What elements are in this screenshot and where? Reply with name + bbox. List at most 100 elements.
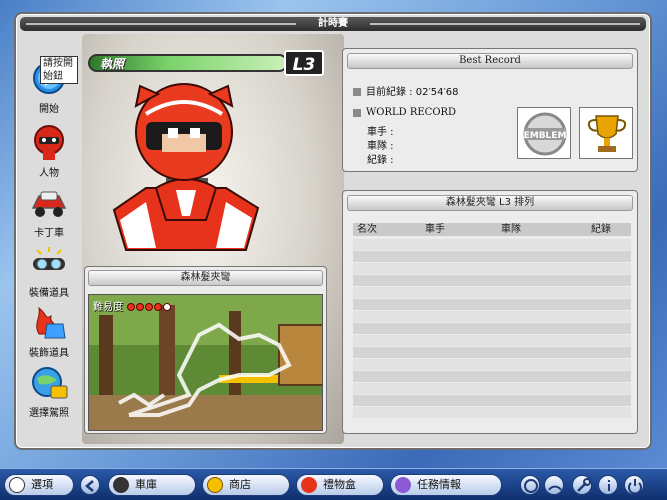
col-record: 紀錄 [591,224,611,235]
mission-icon [395,477,411,493]
team-label: 車隊 : [367,141,394,152]
world-record-line: WORLD RECORD [353,107,456,118]
options-icon [9,477,25,493]
sidebar-item-label: 選擇駕照 [29,408,69,419]
ranking-row [353,263,631,274]
trophy-slot [579,107,633,159]
ranking-header: 名次 車手 車隊 紀錄 [353,223,631,236]
gift-icon [301,477,317,493]
options-button[interactable]: 選項 [4,474,74,496]
ranking-row [353,275,631,286]
garage-icon [113,477,129,493]
difficulty-dot-empty [163,303,172,311]
taskbar: 選項 車庫 商店 禮物盒 任務情報 [0,468,667,500]
col-driver: 車手 [425,224,445,235]
record-button[interactable] [520,475,540,495]
gift-label: 禮物盒 [323,478,356,491]
speed-button[interactable] [544,475,564,495]
missions-button[interactable]: 任務情報 [390,474,502,496]
bullet-square [353,88,361,96]
info-icon [608,480,610,491]
driver-label: 車手 : [367,127,394,138]
world-record-label: WORLD RECORD [366,107,457,118]
difficulty-dot-filled [145,303,154,311]
sidebar-item-label: 開始 [39,104,59,115]
current-record-label: 目前紀錄 [366,87,406,98]
ranking-row [353,287,631,298]
character-icon [29,124,69,162]
ranking-row [353,299,631,310]
trophy-icon [587,115,627,152]
ranking-row [353,347,631,358]
window-titlebar: 計時賽 [20,17,646,31]
best-record-panel: Best Record 目前紀錄 : 02′54′68 WORLD RECORD… [342,48,638,172]
track-title: 森林髮夾彎 [88,270,323,286]
difficulty-dot-filled [154,303,163,311]
emblem-slot: EMBLEM [517,107,571,159]
col-team: 車隊 [501,224,521,235]
current-record-line: 目前紀錄 : 02′54′68 [353,83,458,98]
back-button[interactable] [80,475,100,495]
license-level: L3 [284,50,324,76]
coin-icon [207,477,223,493]
track-preview-image: 難易度 [88,294,323,431]
sidebar-item-label: 裝備道具 [29,288,69,299]
gift-box-button[interactable]: 禮物盒 [296,474,384,496]
ranking-row [353,407,631,418]
ranking-row [353,359,631,370]
shop-button[interactable]: 商店 [202,474,290,496]
license-label: 執照 [100,57,125,71]
sidebar-item-decoration[interactable]: 裝飾道具 [20,304,78,364]
titlebar-line-left [26,23,296,25]
sidebar-item-license-select[interactable]: 選擇駕照 [20,364,78,424]
track-map [89,295,322,430]
power-button[interactable] [624,475,644,495]
license-globe-icon [29,364,69,402]
titlebar-line-right [370,23,640,25]
difficulty-label: 難易度 [93,302,123,313]
shop-label: 商店 [229,478,251,491]
info-button[interactable] [598,475,618,495]
record-label: 紀錄 : [367,155,394,166]
sidebar-item-kart[interactable]: 卡丁車 [20,184,78,244]
ranking-row [353,311,631,322]
ranking-row [353,383,631,394]
ranking-row [353,251,631,262]
track-panel: 森林髮夾彎 難易度 [84,266,327,434]
gauge-icon [548,485,562,491]
ranking-row [353,239,631,250]
power-icon [628,479,642,495]
sidebar-item-label: 裝飾道具 [29,348,69,359]
sidebar: 請按開始鈕 開始 人物 卡丁車 裝備道具 裝飾道具 選擇駕照 [20,34,78,446]
license-banner: 執照 L3 [88,50,324,76]
difficulty-indicator: 難易度 [93,298,172,313]
ranking-title: 森林髮夾彎 L3 排列 [347,195,633,211]
difficulty-dot-filled [136,303,145,311]
options-label: 選項 [31,478,53,491]
sidebar-item-character[interactable]: 人物 [20,124,78,184]
goggles-icon [29,244,69,282]
window-title: 計時賽 [318,18,348,29]
kart-icon [29,184,69,222]
difficulty-dot-filled [127,303,136,311]
missions-label: 任務情報 [417,478,461,491]
back-arrow-icon [85,480,94,492]
current-record-value: 02′54′68 [415,87,459,98]
game-screen: 計時賽 請按開始鈕 開始 人物 卡丁車 裝備道具 裝飾道具 選擇駕照 執照 L3… [0,0,667,500]
difficulty-dots [126,302,172,313]
ranking-row [353,335,631,346]
emblem-icon: EMBLEM [523,112,567,156]
ranking-row [353,371,631,382]
emblem-text: EMBLEM [524,131,567,141]
settings-button[interactable] [572,475,592,495]
flame-shirt-icon [29,304,69,342]
col-rank: 名次 [357,224,377,235]
best-record-title: Best Record [347,53,633,69]
sidebar-item-label: 人物 [39,168,59,179]
sidebar-item-label: 卡丁車 [34,228,64,239]
ranking-row [353,323,631,334]
start-tooltip: 請按開始鈕 [40,56,78,84]
wrench-icon [577,478,591,492]
sidebar-item-equipment[interactable]: 裝備道具 [20,244,78,304]
garage-button[interactable]: 車庫 [108,474,196,496]
